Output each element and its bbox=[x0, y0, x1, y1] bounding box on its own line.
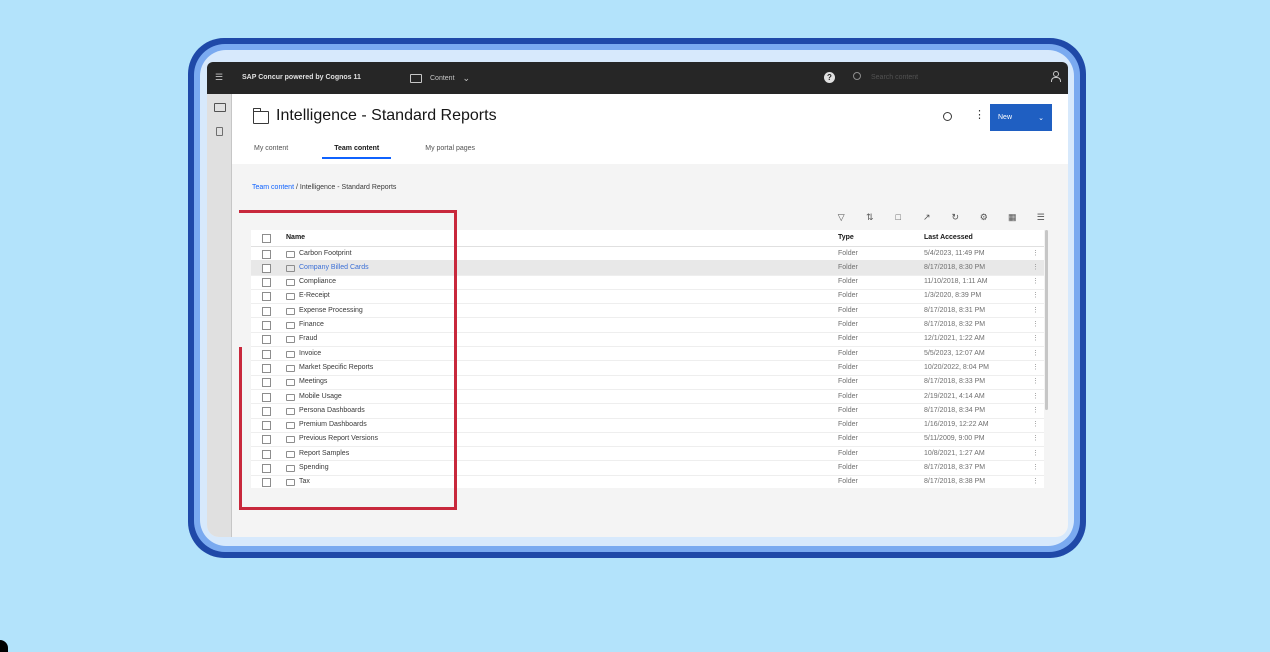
breadcrumb: Team content / Intelligence - Standard R… bbox=[252, 184, 396, 191]
row-overflow-menu-icon[interactable]: ⋮ bbox=[1032, 363, 1039, 371]
row-overflow-menu-icon[interactable]: ⋮ bbox=[1032, 263, 1039, 271]
row-type: Folder bbox=[838, 378, 858, 386]
search-icon[interactable] bbox=[853, 72, 861, 80]
row-overflow-menu-icon[interactable]: ⋮ bbox=[1032, 463, 1039, 471]
row-last-accessed: 5/5/2023, 12:07 AM bbox=[924, 349, 985, 357]
row-overflow-menu-icon[interactable]: ⋮ bbox=[1032, 420, 1039, 428]
hamburger-icon[interactable]: ☰ bbox=[215, 72, 223, 83]
corner-decoration bbox=[0, 640, 8, 652]
row-last-accessed: 8/17/2018, 8:34 PM bbox=[924, 406, 986, 414]
row-type: Folder bbox=[838, 435, 858, 443]
chevron-down-icon: ⌄ bbox=[462, 72, 471, 83]
row-last-accessed: 2/19/2021, 4:14 AM bbox=[924, 392, 985, 400]
column-type-header[interactable]: Type bbox=[838, 234, 854, 241]
row-last-accessed: 10/20/2022, 8:04 PM bbox=[924, 363, 989, 371]
breadcrumb-root-link[interactable]: Team content bbox=[252, 184, 294, 191]
tab-my-content[interactable]: My content bbox=[254, 145, 288, 159]
folder-icon bbox=[252, 108, 269, 124]
row-overflow-menu-icon[interactable]: ⋮ bbox=[1032, 320, 1039, 328]
upload-icon[interactable]: ↗ bbox=[913, 212, 942, 223]
row-last-accessed: 12/1/2021, 1:22 AM bbox=[924, 335, 985, 343]
row-overflow-menu-icon[interactable]: ⋮ bbox=[1032, 449, 1039, 457]
highlight-annotation-edge bbox=[239, 347, 242, 510]
row-last-accessed: 8/17/2018, 8:30 PM bbox=[924, 263, 986, 271]
row-last-accessed: 8/17/2018, 8:37 PM bbox=[924, 464, 986, 471]
row-last-accessed: 8/17/2018, 8:33 PM bbox=[924, 378, 986, 386]
row-type: Folder bbox=[838, 349, 858, 357]
row-last-accessed: 10/8/2021, 1:27 AM bbox=[924, 449, 985, 457]
scrollbar[interactable] bbox=[1044, 230, 1049, 488]
row-last-accessed: 1/16/2019, 12:22 AM bbox=[924, 421, 989, 429]
app-brand: SAP Concur powered by Cognos 11 bbox=[242, 74, 361, 81]
info-icon[interactable] bbox=[943, 112, 952, 121]
highlight-annotation-box bbox=[239, 210, 457, 510]
row-last-accessed: 8/17/2018, 8:32 PM bbox=[924, 321, 986, 328]
row-overflow-menu-icon[interactable]: ⋮ bbox=[1032, 477, 1039, 485]
sort-icon[interactable]: ⇅ bbox=[856, 212, 885, 223]
row-last-accessed: 11/10/2018, 1:11 AM bbox=[924, 278, 988, 286]
grid-view-icon[interactable]: ▦ bbox=[998, 212, 1027, 223]
row-type: Folder bbox=[838, 478, 858, 486]
trash-icon[interactable] bbox=[216, 127, 223, 136]
row-overflow-menu-icon[interactable]: ⋮ bbox=[1032, 377, 1039, 385]
settings-icon[interactable]: ⚙ bbox=[970, 212, 999, 223]
row-type: Folder bbox=[838, 278, 858, 286]
row-type: Folder bbox=[838, 392, 858, 400]
breadcrumb-separator: / bbox=[295, 184, 298, 191]
tab-team-content[interactable]: Team content bbox=[322, 145, 392, 159]
list-view-icon[interactable]: ☰ bbox=[1027, 212, 1056, 223]
row-last-accessed: 8/17/2018, 8:31 PM bbox=[924, 306, 986, 314]
search-input[interactable]: Search content bbox=[871, 74, 918, 81]
chevron-down-icon: ⌄ bbox=[1038, 114, 1044, 122]
new-button-label: New bbox=[998, 114, 1013, 121]
row-type: Folder bbox=[838, 449, 858, 457]
row-overflow-menu-icon[interactable]: ⋮ bbox=[1032, 434, 1039, 442]
row-last-accessed: 8/17/2018, 8:38 PM bbox=[924, 478, 986, 486]
row-overflow-menu-icon[interactable]: ⋮ bbox=[1032, 392, 1039, 400]
column-last-accessed-header[interactable]: Last Accessed bbox=[924, 234, 973, 241]
top-bar: ☰ SAP Concur powered by Cognos 11 Conten… bbox=[207, 62, 1068, 94]
row-type: Folder bbox=[838, 249, 858, 257]
row-last-accessed: 1/3/2020, 8:39 PM bbox=[924, 292, 982, 300]
row-type: Folder bbox=[838, 363, 858, 371]
new-folder-icon[interactable]: □ bbox=[884, 212, 913, 222]
page-title: Intelligence - Standard Reports bbox=[276, 107, 497, 124]
user-icon[interactable] bbox=[1051, 71, 1061, 83]
left-rail bbox=[207, 94, 232, 537]
overflow-menu-icon[interactable]: ⋮ bbox=[974, 108, 985, 121]
row-type: Folder bbox=[838, 263, 858, 271]
row-overflow-menu-icon[interactable]: ⋮ bbox=[1032, 277, 1039, 285]
breadcrumb-current: Intelligence - Standard Reports bbox=[299, 184, 397, 191]
row-overflow-menu-icon[interactable]: ⋮ bbox=[1032, 291, 1039, 299]
row-last-accessed: 5/4/2023, 11:49 PM bbox=[924, 249, 985, 257]
row-overflow-menu-icon[interactable]: ⋮ bbox=[1032, 349, 1039, 357]
help-icon[interactable]: ? bbox=[824, 72, 835, 83]
page-header: Intelligence - Standard Reports ⋮ New ⌄ … bbox=[232, 94, 1068, 164]
new-button[interactable]: New ⌄ bbox=[990, 104, 1052, 131]
row-type: Folder bbox=[838, 464, 858, 471]
row-overflow-menu-icon[interactable]: ⋮ bbox=[1032, 406, 1039, 414]
row-type: Folder bbox=[838, 321, 858, 328]
tab-bar: My content Team content My portal pages bbox=[254, 145, 521, 159]
filter-icon[interactable]: ▽ bbox=[827, 212, 856, 223]
list-toolbar: ▽ ⇅ □ ↗ ↻ ⚙ ▦ ☰ bbox=[827, 204, 1055, 230]
folder-icon bbox=[410, 73, 422, 83]
row-type: Folder bbox=[838, 335, 858, 343]
refresh-icon[interactable]: ↻ bbox=[941, 212, 970, 223]
content-nav-icon[interactable] bbox=[214, 103, 226, 112]
row-type: Folder bbox=[838, 292, 858, 300]
tab-my-portal-pages[interactable]: My portal pages bbox=[425, 145, 475, 159]
row-overflow-menu-icon[interactable]: ⋮ bbox=[1032, 249, 1039, 257]
row-type: Folder bbox=[838, 306, 858, 314]
row-type: Folder bbox=[838, 421, 858, 429]
content-switcher-label: Content bbox=[430, 74, 455, 82]
row-last-accessed: 5/11/2009, 9:00 PM bbox=[924, 435, 985, 443]
row-overflow-menu-icon[interactable]: ⋮ bbox=[1032, 334, 1039, 342]
row-type: Folder bbox=[838, 406, 858, 414]
content-switcher[interactable]: Content ⌄ bbox=[410, 70, 470, 86]
scrollbar-thumb[interactable] bbox=[1045, 230, 1048, 410]
row-overflow-menu-icon[interactable]: ⋮ bbox=[1032, 306, 1039, 314]
